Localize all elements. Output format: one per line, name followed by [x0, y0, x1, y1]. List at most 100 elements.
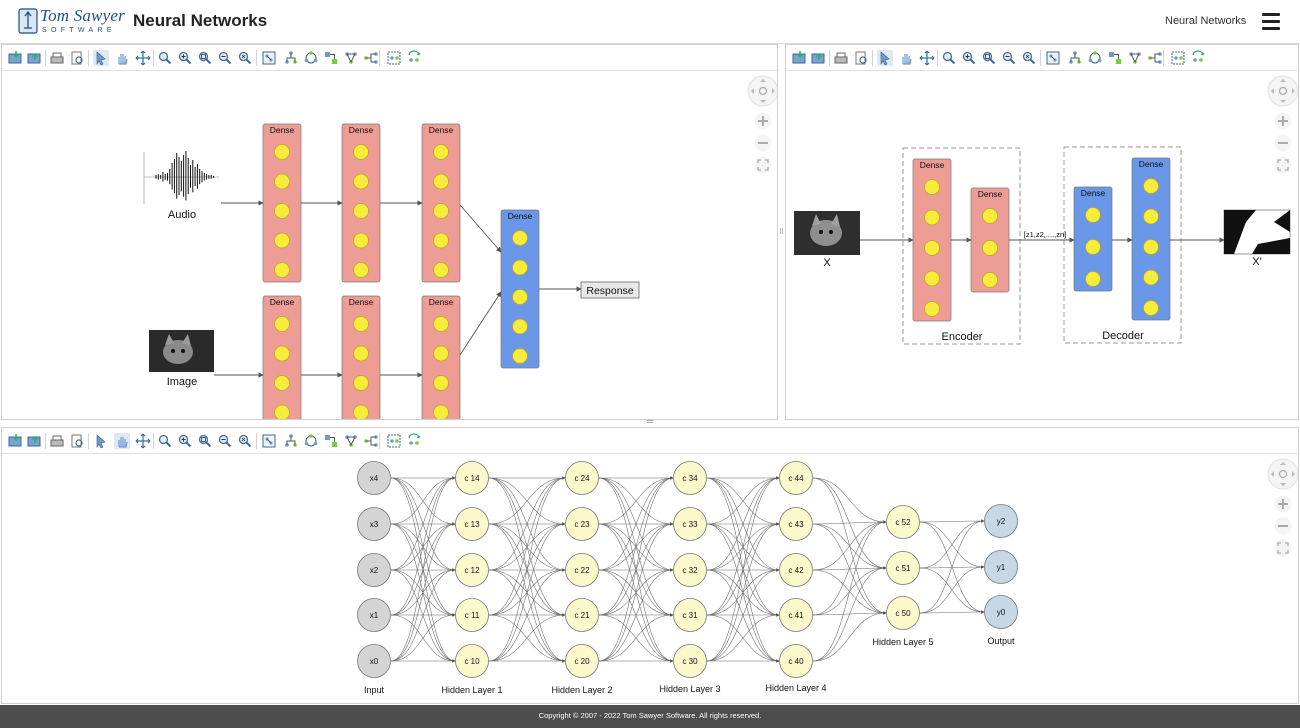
dense-layer[interactable]: Dense — [341, 295, 381, 420]
dense-layer[interactable]: Dense — [421, 295, 461, 420]
overview-button[interactable] — [261, 50, 277, 66]
neuron[interactable] — [1143, 178, 1159, 194]
nav-link-neural-networks[interactable]: Neural Networks — [1165, 15, 1246, 27]
neuron[interactable] — [353, 232, 369, 249]
neuron[interactable] — [924, 301, 940, 317]
neuron[interactable] — [274, 316, 290, 332]
vertical-splitter-handle[interactable] — [780, 228, 783, 234]
open-button[interactable] — [7, 50, 23, 66]
neuron[interactable] — [353, 144, 369, 160]
network-node[interactable]: c 21 — [565, 598, 599, 632]
print-preview-button[interactable] — [69, 433, 85, 449]
fit-to-view-control-icon[interactable] — [1274, 539, 1292, 557]
network-node[interactable]: c 12 — [455, 553, 489, 587]
neuron[interactable] — [353, 404, 369, 420]
neuron[interactable] — [433, 173, 449, 190]
zoom-button[interactable] — [941, 50, 957, 66]
print-button[interactable] — [49, 433, 65, 449]
pan-tool-button[interactable] — [114, 50, 130, 66]
network-node[interactable]: c 52 — [886, 505, 920, 539]
neuron[interactable] — [982, 208, 998, 224]
network-node[interactable]: x4 — [357, 461, 391, 495]
dense-layer[interactable]: Dense — [262, 123, 302, 283]
network-node[interactable]: c 42 — [779, 553, 813, 587]
zoom-in-button[interactable] — [177, 433, 193, 449]
neuron[interactable] — [1143, 300, 1159, 316]
zoom-out-control-icon[interactable] — [754, 134, 772, 152]
print-preview-button[interactable] — [853, 50, 869, 66]
neuron[interactable] — [924, 179, 940, 195]
network-node[interactable]: c 32 — [673, 553, 707, 587]
neuron[interactable] — [512, 289, 528, 305]
pan-tool-button[interactable] — [898, 50, 914, 66]
neuron[interactable] — [1143, 208, 1159, 225]
neuron[interactable] — [353, 345, 369, 362]
neuron[interactable] — [353, 375, 369, 391]
symmetric-layout-button[interactable] — [1127, 50, 1143, 66]
circular-layout-button[interactable] — [1087, 50, 1103, 66]
dense-layer-merged[interactable]: Dense — [500, 209, 540, 369]
zoom-in-button[interactable] — [177, 50, 193, 66]
network-node[interactable]: x3 — [357, 507, 391, 541]
network-node[interactable]: y0 — [984, 595, 1018, 629]
neuron[interactable] — [353, 316, 369, 332]
hierarchical-layout-button[interactable] — [283, 433, 299, 449]
neuron[interactable] — [353, 173, 369, 190]
zoom-area-button[interactable] — [197, 433, 213, 449]
network-node[interactable]: c 34 — [673, 461, 707, 495]
multimodal-graph[interactable]: Dense Dense Dense Dense Dense Dense Dense Audio… — [2, 72, 778, 420]
reset-layout-button[interactable] — [406, 50, 422, 66]
horizontal-splitter-handle[interactable] — [647, 420, 653, 423]
neuron[interactable] — [512, 348, 528, 364]
network-node[interactable]: c 40 — [779, 644, 813, 678]
select-tool-button[interactable] — [93, 433, 109, 449]
deep-network-graph[interactable]: x4 x3 x2 x1 x0 c 14 c 13 c 12 c 11 c 10 c 24 c 23 c … — [2, 455, 1299, 704]
network-node[interactable]: c 43 — [779, 507, 813, 541]
reset-layout-button[interactable] — [1190, 50, 1206, 66]
neuron[interactable] — [1143, 239, 1159, 255]
zoom-fit-button[interactable] — [1021, 50, 1037, 66]
network-node[interactable]: x0 — [357, 644, 391, 678]
pan-control-icon[interactable] — [746, 74, 778, 108]
symmetric-layout-button[interactable] — [343, 50, 359, 66]
zoom-in-control-icon[interactable] — [754, 112, 772, 130]
zoom-out-control-icon[interactable] — [1274, 134, 1292, 152]
save-button[interactable] — [26, 433, 42, 449]
hierarchical-layout-button[interactable] — [283, 50, 299, 66]
print-button[interactable] — [833, 50, 849, 66]
zoom-fit-button[interactable] — [237, 433, 253, 449]
neuron[interactable] — [274, 144, 290, 160]
move-button[interactable] — [919, 50, 935, 66]
neuron[interactable] — [274, 345, 290, 362]
zoom-in-control-icon[interactable] — [1274, 112, 1292, 130]
pan-control-icon[interactable] — [1266, 457, 1299, 491]
neuron[interactable] — [274, 173, 290, 190]
reset-layout-button[interactable] — [406, 433, 422, 449]
orthogonal-layout-button[interactable] — [323, 50, 339, 66]
graph-view[interactable]: x4 x3 x2 x1 x0 c 14 c 13 c 12 c 11 c 10 c 24 c 23 c … — [2, 455, 1298, 703]
network-node[interactable]: c 20 — [565, 644, 599, 678]
incremental-layout-button[interactable] — [386, 50, 402, 66]
orthogonal-layout-button[interactable] — [1107, 50, 1123, 66]
dense-layer[interactable]: Dense — [421, 123, 461, 283]
dense-layer[interactable]: Dense — [262, 295, 302, 420]
network-node[interactable]: c 41 — [779, 598, 813, 632]
neuron[interactable] — [1085, 271, 1101, 287]
zoom-out-button[interactable] — [217, 433, 233, 449]
graph-view[interactable]: Dense Dense Dense Dense Dense Dense Dense Audio… — [2, 72, 777, 419]
network-node[interactable]: y2 — [984, 504, 1018, 538]
dense-layer[interactable]: Dense — [1131, 157, 1171, 321]
select-tool-button[interactable] — [877, 50, 893, 66]
select-tool-button[interactable] — [93, 50, 109, 66]
neuron[interactable] — [274, 203, 290, 219]
dense-layer[interactable]: Dense — [912, 158, 952, 322]
neuron[interactable] — [433, 404, 449, 420]
network-node[interactable]: c 24 — [565, 461, 599, 495]
zoom-area-button[interactable] — [981, 50, 997, 66]
network-node[interactable]: c 10 — [455, 644, 489, 678]
neuron[interactable] — [1085, 207, 1101, 223]
circular-layout-button[interactable] — [303, 433, 319, 449]
dense-layer[interactable]: Dense — [970, 187, 1010, 293]
zoom-button[interactable] — [157, 433, 173, 449]
neuron[interactable] — [512, 259, 528, 276]
